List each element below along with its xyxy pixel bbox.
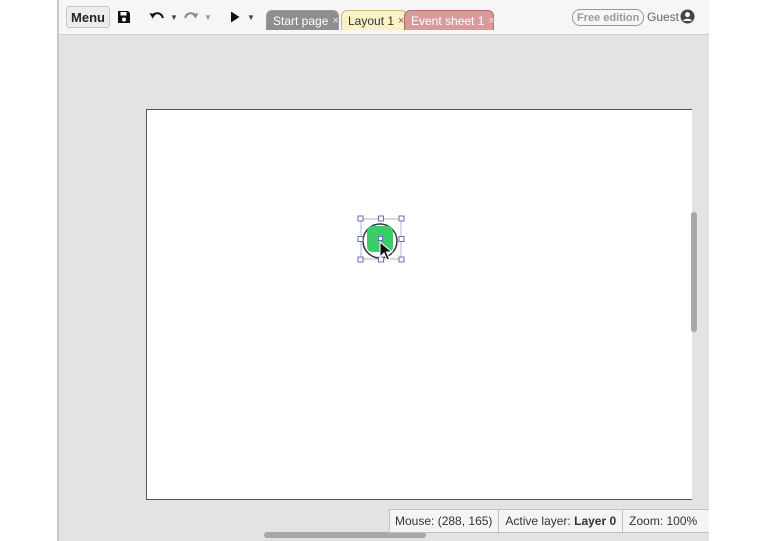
layout-view	[357, 215, 405, 263]
free-edition-badge[interactable]: Free edition	[572, 9, 645, 26]
main-toolbar: Menu ▼ ▼ ▼ Start page × Layout 1 × Event…	[59, 0, 709, 35]
status-bar: Mouse: (288, 165) Active layer: Layer 0 …	[389, 509, 709, 533]
undo-dropdown-icon[interactable]: ▼	[170, 8, 178, 26]
construct-editor: Menu ▼ ▼ ▼ Start page × Layout 1 × Event…	[57, 0, 709, 541]
active-layer-label: Active layer:	[505, 514, 571, 528]
zoom-level: Zoom: 100%	[629, 514, 697, 528]
close-icon[interactable]: ×	[488, 15, 494, 27]
mouse-label: Mouse:	[395, 514, 435, 528]
tab-event-sheet-1[interactable]: Event sheet 1 ×	[404, 10, 495, 30]
save-icon[interactable]	[117, 8, 131, 26]
mouse-position: Mouse: (288, 165)	[395, 514, 492, 528]
redo-icon[interactable]	[183, 8, 199, 26]
guest-label[interactable]: Guest	[647, 10, 679, 24]
tab-layout-1[interactable]: Layout 1 ×	[341, 10, 407, 30]
play-icon[interactable]	[230, 8, 240, 26]
tab-start-page[interactable]: Start page ×	[266, 10, 339, 30]
vertical-scrollbar[interactable]	[691, 212, 697, 332]
active-layer: Active layer: Layer 0	[505, 514, 616, 528]
zoom-value: 100%	[666, 514, 698, 528]
redo-dropdown-icon[interactable]: ▼	[204, 8, 212, 26]
play-dropdown-icon[interactable]: ▼	[247, 8, 255, 26]
tab-label: Start page	[273, 13, 329, 28]
undo-icon[interactable]	[149, 8, 165, 26]
tab-label: Event sheet 1	[411, 13, 485, 28]
active-layer-value: Layer 0	[574, 514, 617, 528]
tab-label: Layout 1	[348, 13, 395, 28]
close-icon[interactable]: ×	[332, 15, 338, 27]
layout-canvas[interactable]	[146, 109, 692, 500]
status-divider	[622, 510, 624, 532]
mouse-value: (288, 165)	[437, 514, 493, 528]
user-circle-icon[interactable]	[680, 9, 695, 27]
menu-button[interactable]: Menu	[66, 6, 110, 28]
zoom-label: Zoom:	[629, 514, 664, 528]
status-divider	[498, 510, 500, 532]
